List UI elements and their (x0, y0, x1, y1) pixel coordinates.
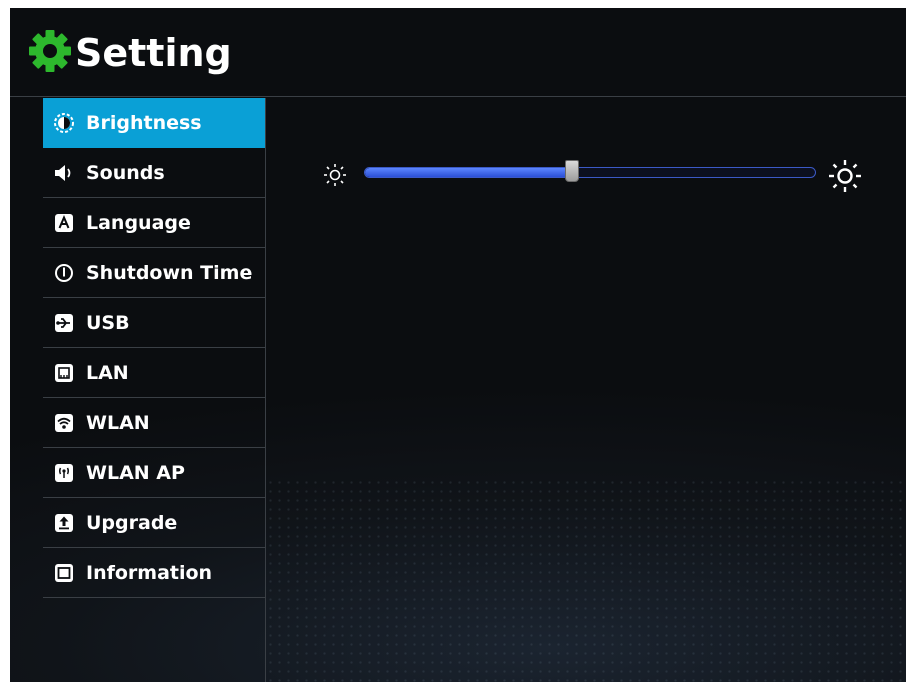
slider-thumb[interactable] (564, 160, 579, 182)
gear-icon (29, 30, 71, 72)
brightness-icon (54, 112, 74, 133)
sidebar-item-brightness[interactable]: Brightness (43, 98, 265, 148)
access-point-icon (54, 463, 74, 483)
sidebar-item-label: WLAN (86, 411, 150, 434)
usb-icon (54, 313, 74, 333)
sidebar-item-language[interactable]: Language (43, 198, 265, 248)
sidebar-divider (265, 98, 266, 682)
sidebar-item-label: Shutdown Time (86, 261, 253, 284)
sidebar-item-wlan-ap[interactable]: WLAN AP (43, 448, 265, 498)
brightness-slider (322, 156, 868, 196)
speaker-icon (54, 163, 74, 183)
sidebar-item-label: Brightness (86, 111, 202, 134)
lan-icon (54, 363, 74, 383)
sidebar-item-label: Information (86, 561, 213, 584)
slider-track[interactable] (364, 167, 816, 178)
sidebar-item-shutdown-time[interactable]: Shutdown Time (43, 248, 265, 298)
sidebar-item-wlan[interactable]: WLAN (43, 398, 265, 448)
settings-screen: Setting Brightness Sounds Language Shutd… (10, 8, 906, 682)
sidebar-item-label: Upgrade (86, 511, 178, 534)
sidebar-item-label: USB (86, 311, 130, 334)
sidebar-item-information[interactable]: Information (43, 548, 265, 598)
header: Setting (10, 8, 906, 97)
sidebar: Brightness Sounds Language Shutdown Time… (43, 98, 265, 682)
sidebar-item-lan[interactable]: LAN (43, 348, 265, 398)
sidebar-item-sounds[interactable]: Sounds (43, 148, 265, 198)
sidebar-item-label: Sounds (86, 161, 165, 184)
upgrade-icon (54, 513, 74, 533)
wifi-icon (54, 413, 74, 433)
sidebar-item-label: LAN (86, 361, 129, 384)
background-pattern (266, 478, 906, 682)
sun-small-icon (324, 164, 346, 186)
language-icon (54, 213, 74, 233)
slider-fill (365, 168, 572, 177)
sidebar-item-usb[interactable]: USB (43, 298, 265, 348)
page-title: Setting (75, 31, 232, 75)
sun-large-icon (829, 160, 861, 192)
sidebar-item-label: Language (86, 211, 191, 234)
power-icon (54, 263, 74, 283)
information-icon (54, 563, 74, 583)
sidebar-item-upgrade[interactable]: Upgrade (43, 498, 265, 548)
sidebar-item-label: WLAN AP (86, 461, 185, 484)
